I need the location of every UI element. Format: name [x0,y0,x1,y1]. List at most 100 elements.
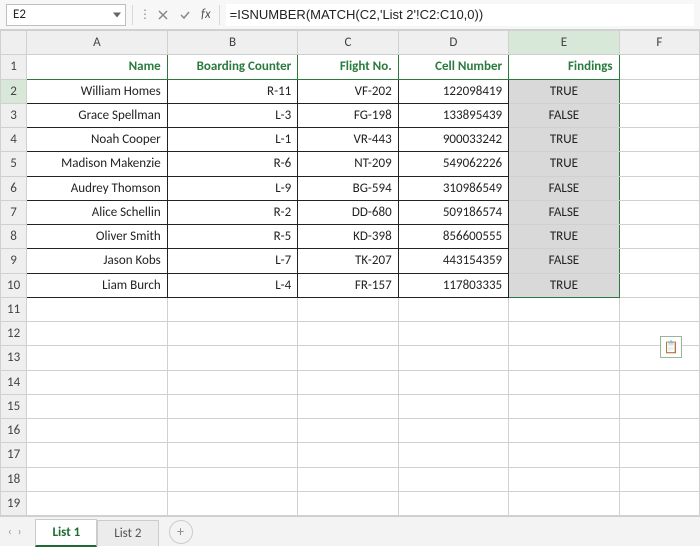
row-header[interactable]: 11 [1,297,27,321]
cell[interactable] [619,370,699,394]
row-header[interactable]: 7 [1,200,27,224]
cell[interactable]: 549062226 [398,152,508,176]
sheet-tab-list1[interactable]: List 1 [35,519,97,547]
cell[interactable] [398,394,508,418]
cell[interactable]: Noah Cooper [27,128,168,152]
cell[interactable]: FALSE [509,103,619,127]
cell[interactable] [298,322,398,346]
cell[interactable]: Madison Makenzie [27,152,168,176]
cell[interactable]: KD-398 [298,225,398,249]
cell[interactable] [619,103,699,127]
cell[interactable]: BG-594 [298,176,398,200]
cell[interactable] [298,491,398,515]
cell[interactable]: FALSE [509,249,619,273]
col-header-F[interactable]: F [619,31,699,55]
ellipsis-icon[interactable]: ⋮ [139,7,149,22]
row-header[interactable]: 1 [1,55,27,79]
select-all-corner[interactable] [1,31,27,55]
cell[interactable] [619,128,699,152]
cell[interactable]: L-3 [167,103,298,127]
cell[interactable] [167,346,298,370]
cell[interactable]: Jason Kobs [27,249,168,273]
cell[interactable]: L-7 [167,249,298,273]
col-header-D[interactable]: D [398,31,508,55]
cell[interactable] [167,322,298,346]
row-header[interactable]: 3 [1,103,27,127]
cell[interactable] [619,200,699,224]
cell[interactable]: TK-207 [298,249,398,273]
cell[interactable]: 117803335 [398,273,508,297]
row-header[interactable]: 2 [1,79,27,103]
cell[interactable]: R-11 [167,79,298,103]
cell[interactable] [509,346,619,370]
name-box-dropdown-icon[interactable] [113,12,121,17]
cell[interactable] [509,443,619,467]
cell[interactable]: Alice Schellin [27,200,168,224]
cell[interactable] [619,467,699,491]
row-header[interactable]: 18 [1,467,27,491]
cell[interactable]: DD-680 [298,200,398,224]
cell[interactable] [398,419,508,443]
cell[interactable]: Grace Spellman [27,103,168,127]
cell[interactable] [398,370,508,394]
row-header[interactable]: 6 [1,176,27,200]
cell[interactable] [619,273,699,297]
cell[interactable]: Name [27,55,168,79]
cell[interactable] [167,370,298,394]
cell[interactable] [509,394,619,418]
row-header[interactable]: 10 [1,273,27,297]
cell[interactable]: TRUE [509,273,619,297]
cell[interactable]: R-6 [167,152,298,176]
cell[interactable] [619,394,699,418]
cell[interactable]: NT-209 [298,152,398,176]
cell[interactable]: Liam Burch [27,273,168,297]
cell[interactable]: 856600555 [398,225,508,249]
cell[interactable] [619,419,699,443]
cell[interactable]: FALSE [509,176,619,200]
row-header[interactable]: 5 [1,152,27,176]
row-header[interactable]: 13 [1,346,27,370]
cell[interactable]: Findings [509,55,619,79]
cell[interactable] [398,467,508,491]
cell[interactable] [619,152,699,176]
col-header-E[interactable]: E [509,31,619,55]
cell[interactable]: Cell Number [398,55,508,79]
cell[interactable] [298,419,398,443]
cell[interactable] [619,297,699,321]
cell[interactable] [27,346,168,370]
row-header[interactable]: 9 [1,249,27,273]
cell[interactable] [27,443,168,467]
cell[interactable]: Oliver Smith [27,225,168,249]
name-box[interactable]: E2 [6,4,126,26]
cell[interactable] [298,394,398,418]
cell[interactable]: L-1 [167,128,298,152]
cell[interactable]: R-2 [167,200,298,224]
row-header[interactable]: 19 [1,491,27,515]
cell[interactable] [27,370,168,394]
formula-input[interactable] [226,4,694,26]
confirm-icon[interactable] [177,7,193,23]
cell[interactable] [619,79,699,103]
cell[interactable] [619,55,699,79]
cell[interactable]: FG-198 [298,103,398,127]
cell[interactable] [619,491,699,515]
cell[interactable]: 133895439 [398,103,508,127]
cell[interactable] [509,467,619,491]
cell[interactable] [167,419,298,443]
fx-label[interactable]: fx [199,7,213,22]
nav-next-icon[interactable]: › [18,525,22,538]
cancel-icon[interactable] [155,7,171,23]
spreadsheet-grid[interactable]: A B C D E F 1 Name Boarding Counter Flig… [0,30,700,516]
cell[interactable]: R-5 [167,225,298,249]
col-header-C[interactable]: C [298,31,398,55]
cell[interactable]: FR-157 [298,273,398,297]
cell[interactable] [27,419,168,443]
cell[interactable] [619,225,699,249]
cell[interactable]: 509186574 [398,200,508,224]
row-header[interactable]: 14 [1,370,27,394]
cell[interactable] [398,322,508,346]
cell[interactable] [27,394,168,418]
cell[interactable] [298,370,398,394]
cell[interactable]: FALSE [509,200,619,224]
cell[interactable] [398,297,508,321]
